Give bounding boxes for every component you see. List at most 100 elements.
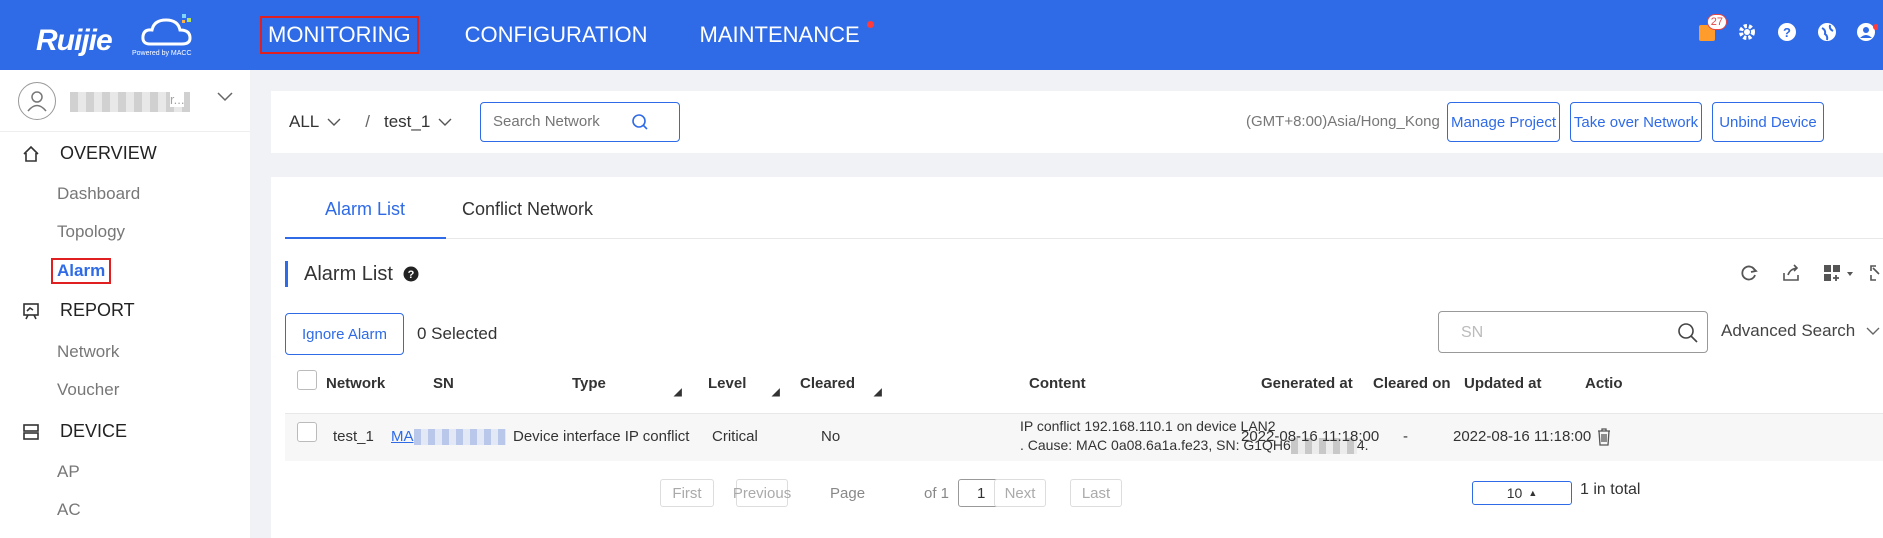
page-label: Page [830, 485, 866, 502]
sidebar-item-alarm[interactable]: Alarm [51, 258, 112, 284]
scope-select[interactable]: ALL [289, 112, 319, 132]
nav-monitoring-label: MONITORING [268, 22, 411, 47]
sidebar-item-ap[interactable]: AP [57, 462, 80, 482]
project-select[interactable]: test_1 [384, 112, 430, 132]
breadcrumb: ALL / test_1 [289, 112, 452, 132]
ruijie-logo[interactable]: Ruijie Powered by MACC [36, 10, 196, 60]
sidebar-item-dashboard[interactable]: Dashboard [57, 184, 140, 204]
divider [0, 131, 250, 132]
table-header: Network SN Type ◢ Level ◢ Cleared ◢ Cont… [285, 369, 1883, 403]
menu-group-label: DEVICE [60, 421, 128, 441]
last-page-button[interactable]: Last [1070, 479, 1122, 507]
menu-group-label: OVERVIEW [60, 143, 157, 163]
menu-group-overview[interactable]: OVERVIEW [22, 143, 157, 164]
help-icon[interactable]: ? [1775, 20, 1799, 44]
sort-icon[interactable]: ◢ [674, 387, 682, 398]
gear-icon[interactable] [1735, 20, 1759, 44]
chevron-down-icon[interactable] [327, 118, 341, 127]
active-tab-indicator [285, 237, 446, 239]
previous-page-button[interactable]: Previous [733, 479, 791, 507]
page-size-select[interactable]: 10 ▲ [1472, 481, 1572, 505]
device-icon [23, 423, 39, 440]
breadcrumb-separator: / [365, 112, 370, 131]
tab-conflict-network[interactable]: Conflict Network [462, 199, 593, 220]
sidebar-item-ac[interactable]: AC [57, 500, 81, 520]
row-checkbox[interactable] [297, 422, 317, 442]
nav-monitoring[interactable]: MONITORING [260, 16, 419, 54]
table-row[interactable]: test_1 MA Device interface IP conflict C… [285, 413, 1883, 461]
next-page-button[interactable]: Next [994, 479, 1046, 507]
advanced-search-label: Advanced Search [1721, 321, 1856, 340]
user-icon[interactable] [1855, 20, 1879, 44]
col-cleared-on[interactable]: Cleared on [1373, 375, 1451, 392]
menu-group-device[interactable]: DEVICE [22, 421, 127, 442]
ignore-alarm-button[interactable]: Ignore Alarm [285, 313, 404, 355]
col-level[interactable]: Level [708, 375, 746, 392]
col-content[interactable]: Content [1029, 375, 1086, 392]
advanced-search-toggle[interactable]: Advanced Search [1721, 321, 1880, 341]
top-bar: Ruijie Powered by MACC MONITORING CONFIG… [0, 0, 1883, 70]
col-type[interactable]: Type [572, 375, 606, 392]
timezone-label: (GMT+8:00)Asia/Hong_Kong [1246, 113, 1440, 130]
col-updated-at[interactable]: Updated at [1464, 375, 1542, 392]
manage-project-button[interactable]: Manage Project [1447, 102, 1560, 142]
globe-icon[interactable] [1815, 20, 1839, 44]
first-page-button[interactable]: First [660, 479, 714, 507]
sidebar-item-network[interactable]: Network [57, 342, 119, 362]
nav-maintenance[interactable]: MAINTENANCE [694, 18, 874, 52]
chevron-down-icon[interactable] [438, 118, 452, 127]
cell-sn[interactable]: MA [391, 428, 506, 446]
brand-name: Ruijie [36, 24, 113, 57]
chevron-down-icon [1866, 327, 1880, 335]
sort-icon[interactable]: ◢ [772, 387, 780, 398]
svg-text:?: ? [1783, 25, 1791, 40]
home-icon [23, 145, 39, 162]
select-all-checkbox[interactable] [297, 370, 317, 390]
cloud-icon [141, 14, 192, 46]
sidebar-item-voucher[interactable]: Voucher [57, 380, 119, 400]
col-cleared[interactable]: Cleared [800, 375, 855, 392]
col-network[interactable]: Network [326, 375, 385, 392]
redacted-sn [413, 429, 506, 446]
menu-group-report[interactable]: REPORT [22, 300, 135, 321]
sort-icon[interactable]: ◢ [874, 387, 882, 398]
report-icon [23, 302, 39, 319]
nav-maintenance-label: MAINTENANCE [699, 22, 860, 47]
refresh-icon[interactable] [1739, 263, 1759, 283]
search-icon[interactable] [1677, 322, 1699, 344]
alarm-card: Alarm List Conflict Network Alarm List ?… [271, 177, 1883, 538]
alert-dot [866, 21, 874, 28]
take-over-network-button[interactable]: Take over Network [1570, 102, 1702, 142]
search-icon[interactable] [631, 113, 649, 131]
page-size-value: 10 [1506, 485, 1523, 501]
nav-configuration-label: CONFIGURATION [464, 22, 648, 47]
sn-link[interactable]: MA [391, 428, 414, 445]
search-network-field[interactable] [480, 102, 680, 142]
caret-up-icon: ▲ [1528, 488, 1538, 498]
sn-search-field[interactable]: SN [1438, 311, 1708, 353]
col-generated-at[interactable]: Generated at [1261, 375, 1353, 392]
sidebar-item-topology[interactable]: Topology [57, 222, 125, 242]
chevron-down-icon[interactable] [217, 92, 233, 102]
cell-level: Critical [712, 428, 758, 445]
columns-icon[interactable] [1823, 263, 1857, 283]
col-action: Actio [1585, 375, 1623, 392]
user-name-suffix: r... [170, 92, 185, 107]
unbind-device-button[interactable]: Unbind Device [1712, 102, 1824, 142]
help-icon[interactable]: ? [403, 266, 419, 282]
cell-network: test_1 [333, 428, 374, 445]
fullscreen-icon[interactable] [1869, 263, 1883, 283]
user-name-redacted: r... [70, 92, 190, 112]
export-icon[interactable] [1781, 263, 1801, 283]
nav-configuration[interactable]: CONFIGURATION [459, 18, 654, 52]
cell-type: Device interface IP conflict [513, 428, 690, 445]
search-network-input[interactable] [493, 113, 643, 130]
table-tools [1717, 263, 1883, 283]
user-switcher[interactable]: r... [18, 82, 233, 122]
network-header: ALL / test_1 (GMT+8:00)Asia/Hong_Kong Ma… [271, 91, 1883, 153]
col-sn[interactable]: SN [433, 375, 454, 392]
notification-icon[interactable]: 27 [1695, 14, 1727, 44]
delete-icon[interactable] [1597, 428, 1611, 446]
tab-alarm-list[interactable]: Alarm List [325, 199, 405, 220]
section-title-text: Alarm List [304, 262, 393, 285]
